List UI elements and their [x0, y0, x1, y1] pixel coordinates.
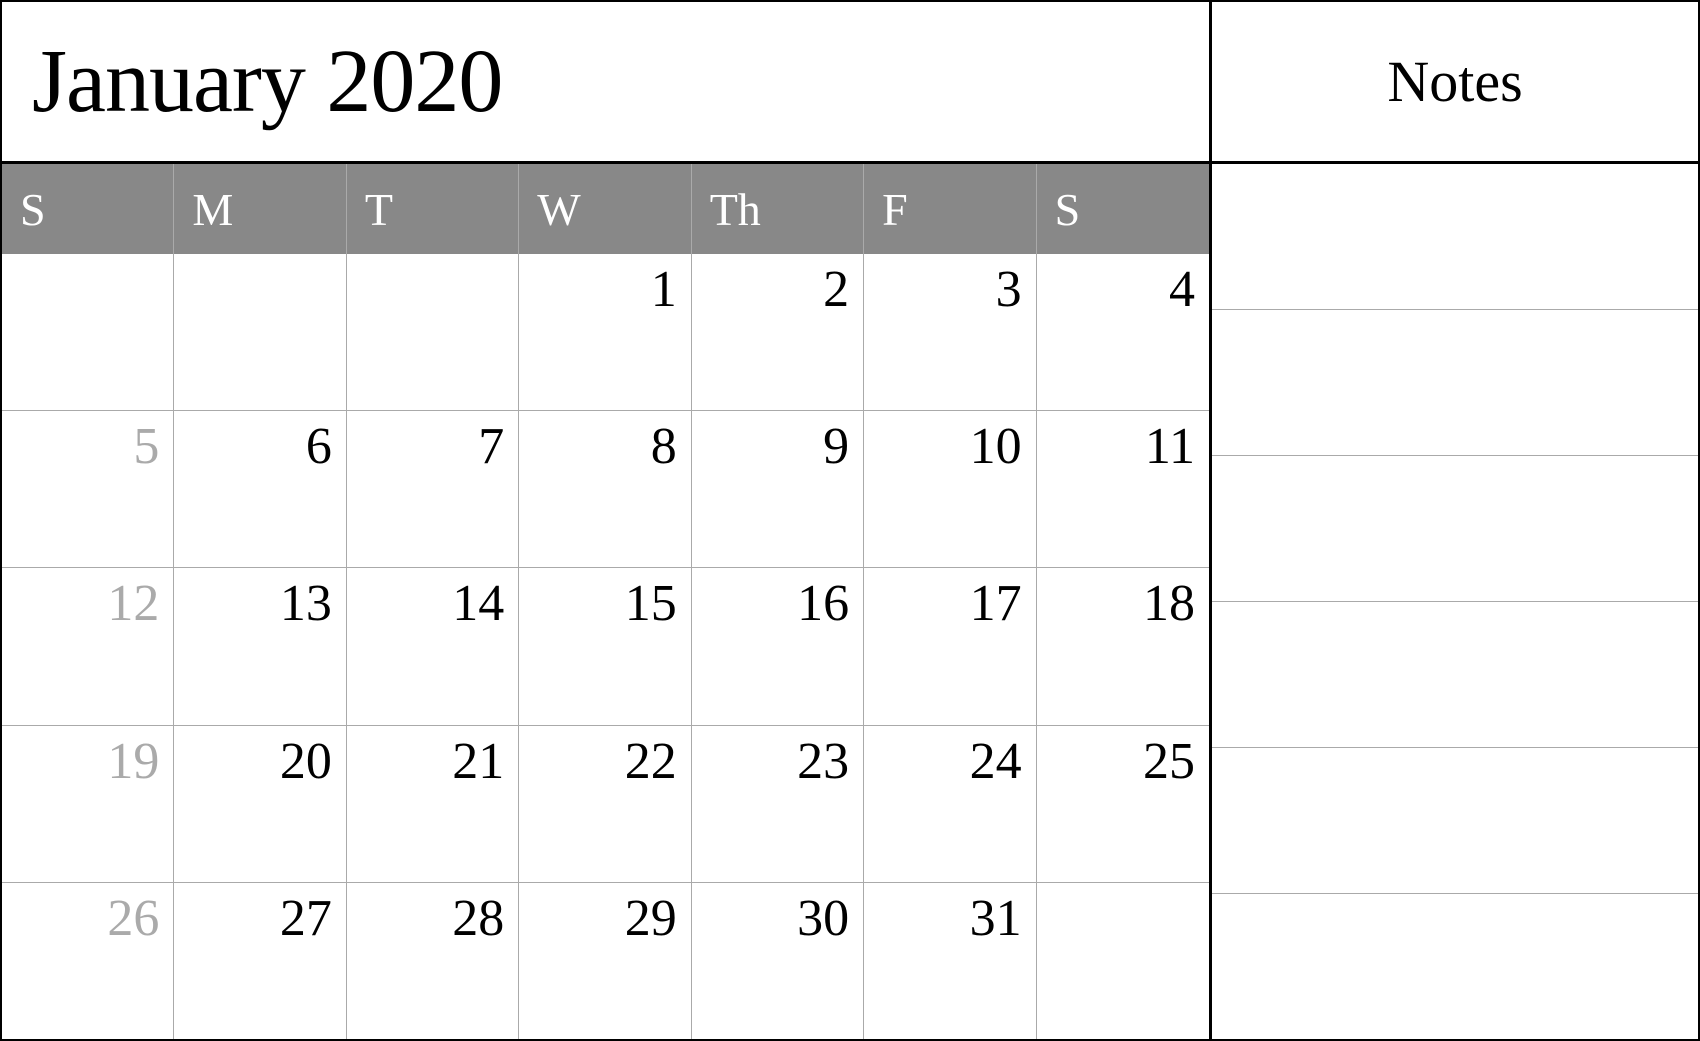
calendar-title: January 2020 — [32, 30, 502, 133]
calendar-cell: 15 — [519, 568, 691, 724]
calendar-cell: 14 — [347, 568, 519, 724]
calendar-row-1: 1 2 3 4 — [2, 254, 1209, 410]
calendar-cell: 1 — [519, 254, 691, 410]
calendar-cell: 26 — [2, 883, 174, 1039]
calendar-row-2: 5 6 7 8 9 10 11 — [2, 410, 1209, 567]
notes-title: Notes — [1387, 48, 1522, 115]
calendar-cell — [174, 254, 346, 410]
calendar-cell: 11 — [1037, 411, 1209, 567]
notes-row-2[interactable] — [1212, 455, 1698, 601]
calendar-main: January 2020 S M T W Th F S 1 2 3 4 — [2, 2, 1212, 1039]
calendar-cell: 24 — [864, 726, 1036, 882]
calendar-cell: 25 — [1037, 726, 1209, 882]
calendar-cell: 10 — [864, 411, 1036, 567]
calendar-cell: 6 — [174, 411, 346, 567]
notes-day-header-spacer — [1212, 164, 1698, 309]
days-header: S M T W Th F S — [2, 164, 1209, 254]
calendar-cell: 4 — [1037, 254, 1209, 410]
calendar-cell: 5 — [2, 411, 174, 567]
calendar-header: January 2020 — [2, 2, 1209, 164]
notes-rows — [1212, 164, 1698, 1039]
calendar-cell: 8 — [519, 411, 691, 567]
calendar-row-5: 26 27 28 29 30 31 — [2, 882, 1209, 1039]
calendar-cell — [347, 254, 519, 410]
calendar-cell: 30 — [692, 883, 864, 1039]
calendar-cell: 27 — [174, 883, 346, 1039]
day-label-thu: Th — [692, 164, 864, 254]
calendar-cell: 31 — [864, 883, 1036, 1039]
calendar-cell — [2, 254, 174, 410]
calendar-cell: 3 — [864, 254, 1036, 410]
day-label-sat: S — [1037, 164, 1209, 254]
calendar-cell: 13 — [174, 568, 346, 724]
calendar-cell — [1037, 883, 1209, 1039]
notes-row-1[interactable] — [1212, 309, 1698, 455]
notes-row-4[interactable] — [1212, 747, 1698, 893]
calendar-grid: 1 2 3 4 5 6 7 8 9 10 11 12 13 14 15 — [2, 254, 1209, 1039]
calendar-cell: 16 — [692, 568, 864, 724]
calendar-row-3: 12 13 14 15 16 17 18 — [2, 567, 1209, 724]
calendar-wrapper: January 2020 S M T W Th F S 1 2 3 4 — [0, 0, 1700, 1041]
calendar-cell: 12 — [2, 568, 174, 724]
day-label-mon: M — [174, 164, 346, 254]
calendar-cell: 23 — [692, 726, 864, 882]
notes-row-3[interactable] — [1212, 601, 1698, 747]
notes-row-5[interactable] — [1212, 893, 1698, 1039]
calendar-cell: 20 — [174, 726, 346, 882]
day-label-wed: W — [519, 164, 691, 254]
calendar-cell: 19 — [2, 726, 174, 882]
calendar-cell: 18 — [1037, 568, 1209, 724]
day-label-sun: S — [2, 164, 174, 254]
calendar-cell: 9 — [692, 411, 864, 567]
calendar-row-4: 19 20 21 22 23 24 25 — [2, 725, 1209, 882]
calendar-cell: 7 — [347, 411, 519, 567]
calendar-cell: 21 — [347, 726, 519, 882]
calendar-cell: 17 — [864, 568, 1036, 724]
day-label-tue: T — [347, 164, 519, 254]
calendar-cell: 2 — [692, 254, 864, 410]
calendar-cell: 28 — [347, 883, 519, 1039]
day-label-fri: F — [864, 164, 1036, 254]
notes-header: Notes — [1212, 2, 1698, 164]
calendar-cell: 29 — [519, 883, 691, 1039]
notes-panel: Notes — [1212, 2, 1698, 1039]
calendar-cell: 22 — [519, 726, 691, 882]
